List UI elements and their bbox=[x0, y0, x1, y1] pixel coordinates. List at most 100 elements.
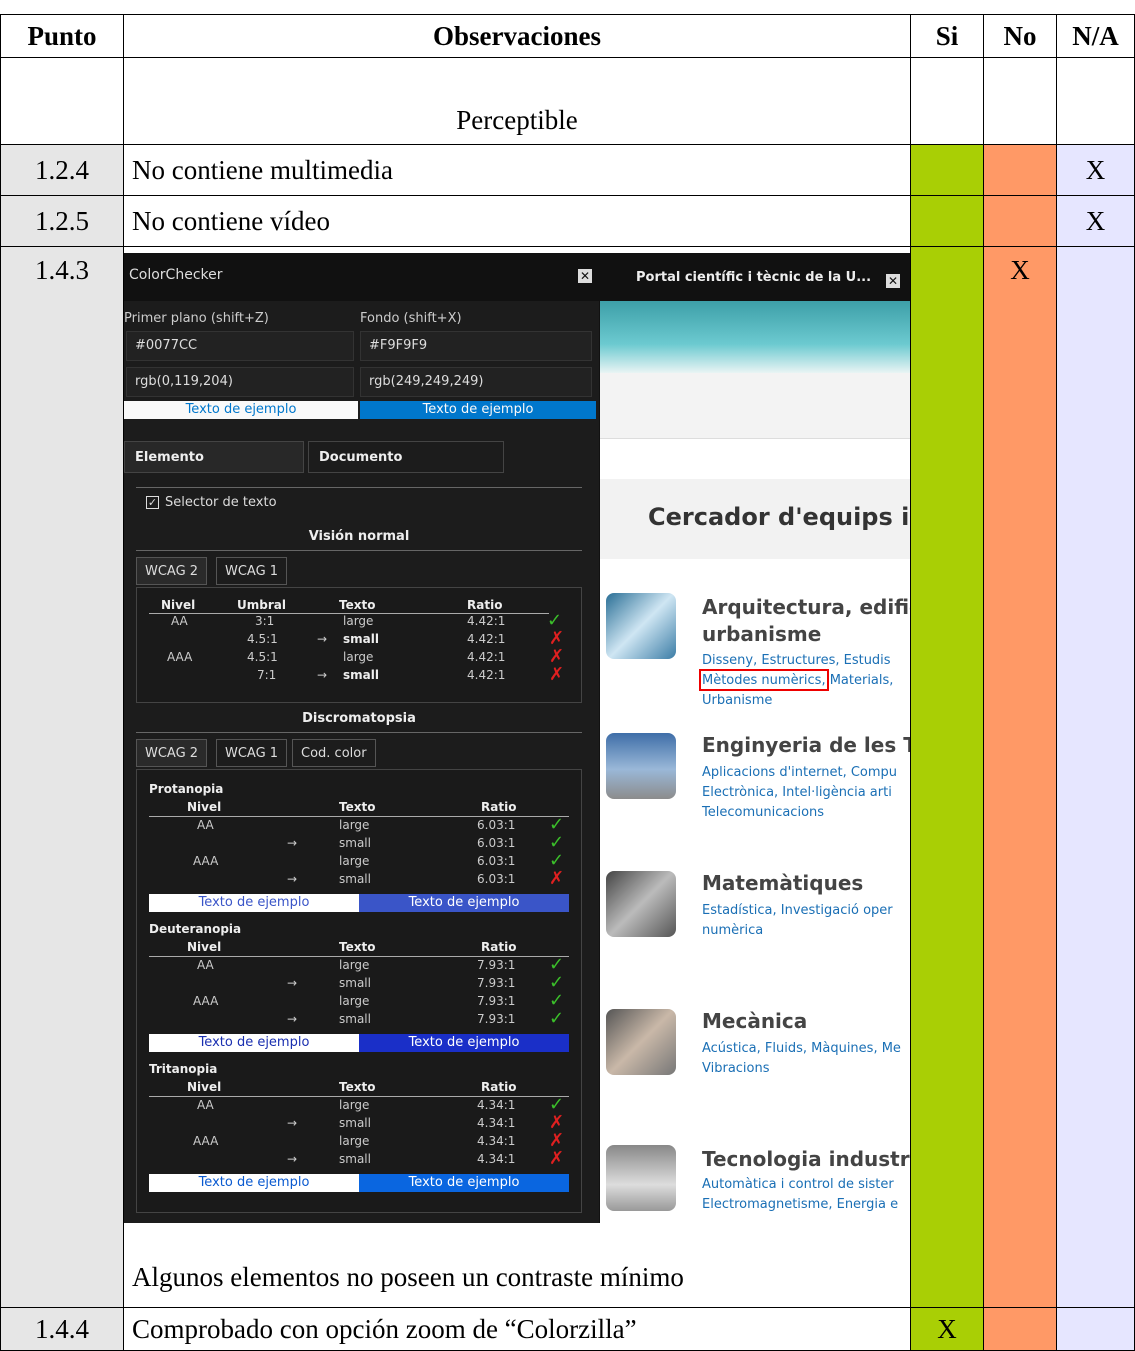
header-punto: Punto bbox=[0, 14, 124, 58]
section-si-cell bbox=[910, 57, 984, 145]
category-link[interactable]: Automàtica i control de sister bbox=[702, 1175, 894, 1195]
category-image bbox=[606, 593, 676, 659]
section-no-cell bbox=[983, 57, 1057, 145]
col-texto: Texto bbox=[339, 940, 376, 954]
category-image bbox=[606, 1145, 676, 1211]
ratio-cell: 4.34:1 bbox=[477, 1152, 516, 1166]
arrow-icon: → bbox=[287, 1152, 298, 1166]
category-link[interactable]: Electromagnetisme, Energia e bbox=[702, 1195, 898, 1215]
texto-cell: small bbox=[339, 1116, 371, 1130]
fg-hex-field[interactable]: #0077CC bbox=[126, 331, 354, 361]
arrow-icon: → bbox=[317, 668, 328, 682]
row-no bbox=[983, 1307, 1057, 1351]
focus-highlight bbox=[699, 669, 829, 691]
texto-cell: large bbox=[339, 1098, 370, 1112]
arrow-icon: → bbox=[317, 632, 328, 646]
category-link[interactable]: Disseny, Estructures, Estudis bbox=[702, 651, 891, 671]
nivel-cell: AA bbox=[171, 614, 188, 628]
ratio-cell: 7.93:1 bbox=[477, 958, 516, 972]
sample-text-dark: Texto de ejemplo bbox=[359, 1174, 569, 1192]
category-link[interactable]: Vibracions bbox=[702, 1059, 770, 1079]
tab-elemento[interactable]: Elemento bbox=[124, 441, 304, 473]
sample-text-dark: Texto de ejemplo bbox=[359, 1034, 569, 1052]
ratio-cell: 7.93:1 bbox=[477, 976, 516, 990]
category-link[interactable]: Acústica, Fluids, Màquines, Me bbox=[702, 1039, 901, 1059]
discromatopsia-header[interactable]: Discromatopsia bbox=[136, 711, 582, 733]
bg-rgb-field[interactable]: rgb(249,249,249) bbox=[360, 367, 592, 397]
category-link[interactable]: Estadística, Investigació oper bbox=[702, 901, 893, 921]
category-title[interactable]: Mecànica bbox=[702, 1009, 807, 1033]
header-observaciones: Observaciones bbox=[123, 14, 911, 58]
row-si bbox=[910, 144, 984, 196]
arrow-icon: → bbox=[287, 872, 298, 886]
group-name: Deuteranopia bbox=[149, 922, 242, 936]
col-texto: Texto bbox=[339, 1080, 376, 1094]
row-punto: 1.2.5 bbox=[0, 195, 124, 247]
nivel-cell: AA bbox=[197, 1098, 214, 1112]
category-image bbox=[606, 871, 676, 937]
fail-cross-icon: ✗ bbox=[549, 1148, 565, 1169]
texto-cell: large bbox=[339, 1134, 370, 1148]
texto-cell: large bbox=[343, 614, 374, 628]
arrow-icon: → bbox=[287, 1116, 298, 1130]
arrow-icon: → bbox=[287, 976, 298, 990]
ratio-cell: 7.93:1 bbox=[477, 1012, 516, 1026]
row-si bbox=[910, 195, 984, 247]
close-icon[interactable]: ✕ bbox=[578, 269, 592, 283]
row-na bbox=[1056, 1307, 1135, 1351]
group-name: Tritanopia bbox=[149, 1062, 218, 1076]
selector-label: Selector de texto bbox=[165, 495, 277, 510]
sample-text-dark: Texto de ejemplo bbox=[360, 401, 596, 419]
category-link[interactable]: numèrica bbox=[702, 921, 763, 941]
tab-wcag1[interactable]: WCAG 1 bbox=[216, 557, 288, 585]
category-title[interactable]: urbanisme bbox=[702, 622, 821, 646]
category-link[interactable]: Aplicacions d'internet, Compu bbox=[702, 763, 897, 783]
category-title[interactable]: Enginyeria de les Tl bbox=[702, 733, 910, 757]
category-title[interactable]: Tecnologia industri bbox=[702, 1147, 910, 1171]
ratio-cell: 4.34:1 bbox=[477, 1116, 516, 1130]
close-icon[interactable]: ✕ bbox=[886, 274, 900, 288]
ratio-cell: 4.42:1 bbox=[467, 632, 506, 646]
ratio-cell: 7.93:1 bbox=[477, 994, 516, 1008]
tab-cod-color[interactable]: Cod. color bbox=[292, 739, 376, 767]
row-observacion: No contiene vídeo bbox=[123, 195, 911, 247]
tab-documento[interactable]: Documento bbox=[308, 441, 504, 473]
category-link[interactable]: Electrònica, Intel·ligència arti bbox=[702, 783, 892, 803]
ratio-cell: 4.42:1 bbox=[467, 668, 506, 682]
browser-tab[interactable]: Portal científic i tècnic de la U... bbox=[600, 253, 910, 301]
texto-cell: small bbox=[339, 1012, 371, 1026]
texto-cell: large bbox=[343, 650, 374, 664]
ratio-cell: 6.03:1 bbox=[477, 872, 516, 886]
colorchecker-title: ColorChecker bbox=[124, 253, 599, 301]
ratio-cell: 4.42:1 bbox=[467, 650, 506, 664]
tab-wcag2[interactable]: WCAG 2 bbox=[136, 557, 208, 585]
tab-wcag2[interactable]: WCAG 2 bbox=[136, 739, 208, 767]
browser-view: Portal científic i tècnic de la U... ✕ C… bbox=[600, 253, 910, 1223]
section-title: Perceptible bbox=[123, 57, 911, 145]
page-heading: Cercador d'equips i bbox=[648, 503, 910, 531]
selector-checkbox[interactable]: ✓ Selector de texto bbox=[146, 495, 277, 510]
pass-check-icon: ✓ bbox=[549, 1008, 565, 1029]
texto-cell: small bbox=[343, 668, 379, 682]
row-na: X bbox=[1056, 144, 1135, 196]
bg-hex-field[interactable]: #F9F9F9 bbox=[360, 331, 592, 361]
umbral-cell: 3:1 bbox=[255, 614, 275, 628]
tab-wcag1[interactable]: WCAG 1 bbox=[216, 739, 288, 767]
discromatopsia-panel: Protanopia Nivel Texto Ratio AA large 6.… bbox=[136, 769, 582, 1213]
category-link[interactable]: Urbanisme bbox=[702, 691, 772, 711]
arrow-icon: → bbox=[287, 836, 298, 850]
vision-normal-header[interactable]: Visión normal bbox=[136, 529, 582, 551]
umbral-cell: 4.5:1 bbox=[247, 632, 278, 646]
nav-bar bbox=[600, 373, 910, 439]
category-link[interactable]: Telecomunicacions bbox=[702, 803, 824, 823]
sample-text-light: Texto de ejemplo bbox=[149, 1034, 359, 1052]
category-title[interactable]: Arquitectura, edifica bbox=[702, 595, 910, 619]
col-nivel: Nivel bbox=[187, 940, 222, 954]
row-observacion: No contiene multimedia bbox=[123, 144, 911, 196]
texto-cell: small bbox=[339, 1152, 371, 1166]
fg-rgb-field[interactable]: rgb(0,119,204) bbox=[126, 367, 354, 397]
row-no: X bbox=[983, 246, 1057, 1308]
sample-text-light: Texto de ejemplo bbox=[149, 894, 359, 912]
category-title[interactable]: Matemàtiques bbox=[702, 871, 863, 895]
sample-text-light: Texto de ejemplo bbox=[124, 401, 358, 419]
